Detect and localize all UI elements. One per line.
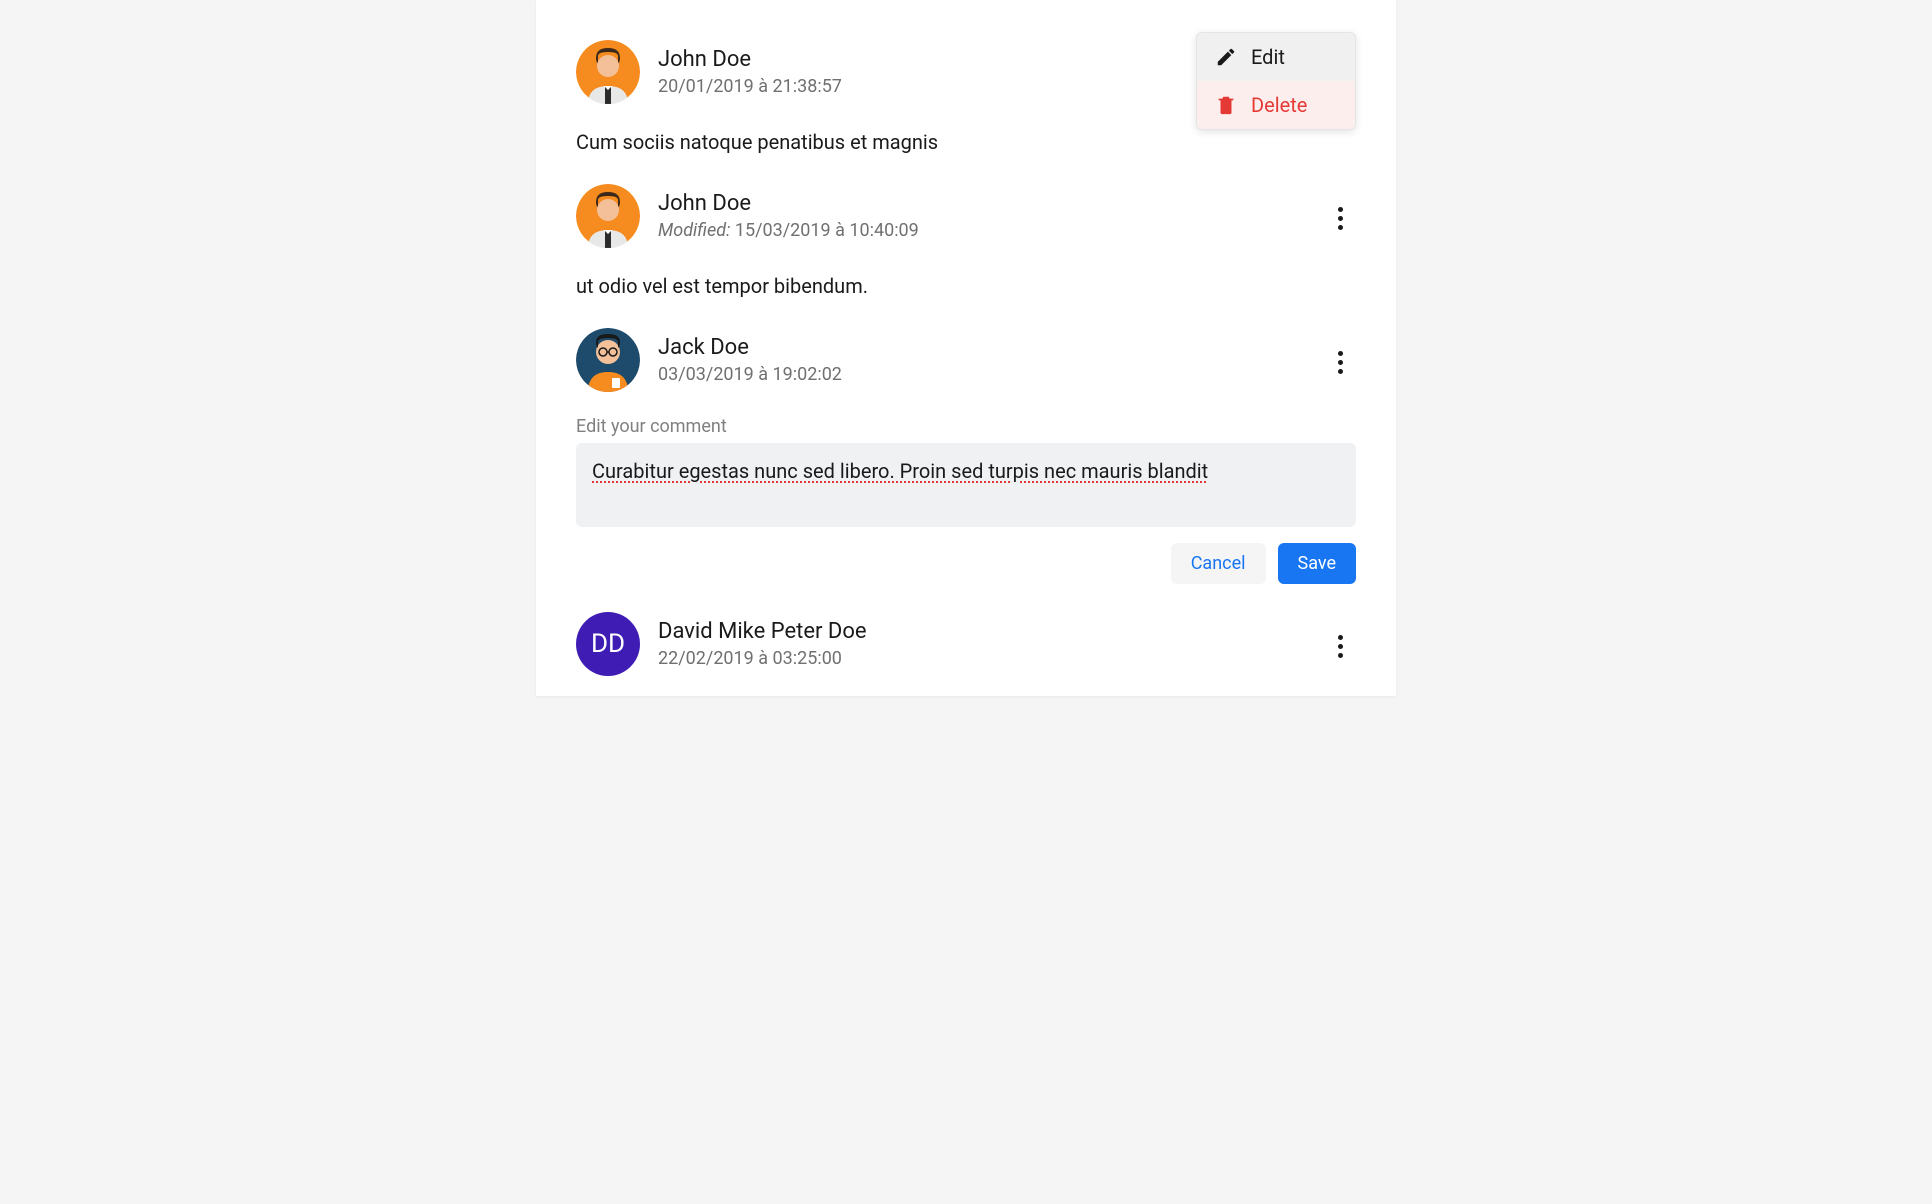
avatar-icon — [576, 184, 640, 248]
edit-field-label: Edit your comment — [576, 416, 1356, 437]
pencil-icon — [1215, 46, 1237, 68]
comment-body: ut odio vel est tempor bibendum. — [576, 272, 1356, 300]
comment-item: John Doe 20/01/2019 à 21:38:57 Edit Dele… — [576, 40, 1356, 156]
more-button[interactable] — [1324, 630, 1356, 662]
comment-meta: David Mike Peter Doe 22/02/2019 à 03:25:… — [658, 619, 867, 669]
timestamp-value: 15/03/2019 à 10:40:09 — [735, 220, 919, 241]
save-button[interactable]: Save — [1278, 543, 1357, 584]
more-button[interactable] — [1324, 202, 1356, 234]
more-button[interactable] — [1324, 346, 1356, 378]
delete-label: Delete — [1251, 93, 1307, 117]
cancel-button[interactable]: Cancel — [1171, 543, 1266, 584]
comment-item: John Doe Modified: 15/03/2019 à 10:40:09… — [576, 184, 1356, 300]
comment-meta: John Doe Modified: 15/03/2019 à 10:40:09 — [658, 191, 919, 241]
comment-header: John Doe Modified: 15/03/2019 à 10:40:09 — [576, 184, 1356, 248]
more-vertical-icon — [1338, 207, 1343, 230]
timestamp: Modified: 15/03/2019 à 10:40:09 — [658, 220, 919, 241]
avatar — [576, 40, 640, 104]
timestamp: 03/03/2019 à 19:02:02 — [658, 364, 842, 385]
more-vertical-icon — [1338, 351, 1343, 374]
avatar — [576, 328, 640, 392]
context-menu: Edit Delete — [1196, 32, 1356, 130]
comment-meta: John Doe 20/01/2019 à 21:38:57 — [658, 47, 842, 97]
edit-menu-item[interactable]: Edit — [1197, 33, 1355, 81]
edit-label: Edit — [1251, 45, 1285, 69]
avatar-icon — [576, 328, 640, 392]
edit-comment-textarea[interactable] — [576, 443, 1356, 527]
comment-header: Jack Doe 03/03/2019 à 19:02:02 — [576, 328, 1356, 392]
comment-meta: Jack Doe 03/03/2019 à 19:02:02 — [658, 335, 842, 385]
avatar-initials: DD — [576, 612, 640, 676]
trash-icon — [1215, 94, 1237, 116]
modified-prefix: Modified: — [658, 220, 730, 241]
more-vertical-icon — [1338, 635, 1343, 658]
author-name: David Mike Peter Doe — [658, 619, 867, 644]
comment-header: DD David Mike Peter Doe 22/02/2019 à 03:… — [576, 612, 1356, 676]
author-name: Jack Doe — [658, 335, 842, 360]
comment-item: Jack Doe 03/03/2019 à 19:02:02 Edit your… — [576, 328, 1356, 584]
delete-menu-item[interactable]: Delete — [1197, 81, 1355, 129]
author-name: John Doe — [658, 47, 842, 72]
timestamp: 22/02/2019 à 03:25:00 — [658, 648, 867, 669]
avatar — [576, 184, 640, 248]
comment-body: Cum sociis natoque penatibus et magnis — [576, 128, 1356, 156]
comment-item: DD David Mike Peter Doe 22/02/2019 à 03:… — [576, 612, 1356, 676]
comments-card: John Doe 20/01/2019 à 21:38:57 Edit Dele… — [536, 0, 1396, 696]
avatar-icon — [576, 40, 640, 104]
author-name: John Doe — [658, 191, 919, 216]
edit-actions: Cancel Save — [576, 543, 1356, 584]
timestamp: 20/01/2019 à 21:38:57 — [658, 76, 842, 97]
